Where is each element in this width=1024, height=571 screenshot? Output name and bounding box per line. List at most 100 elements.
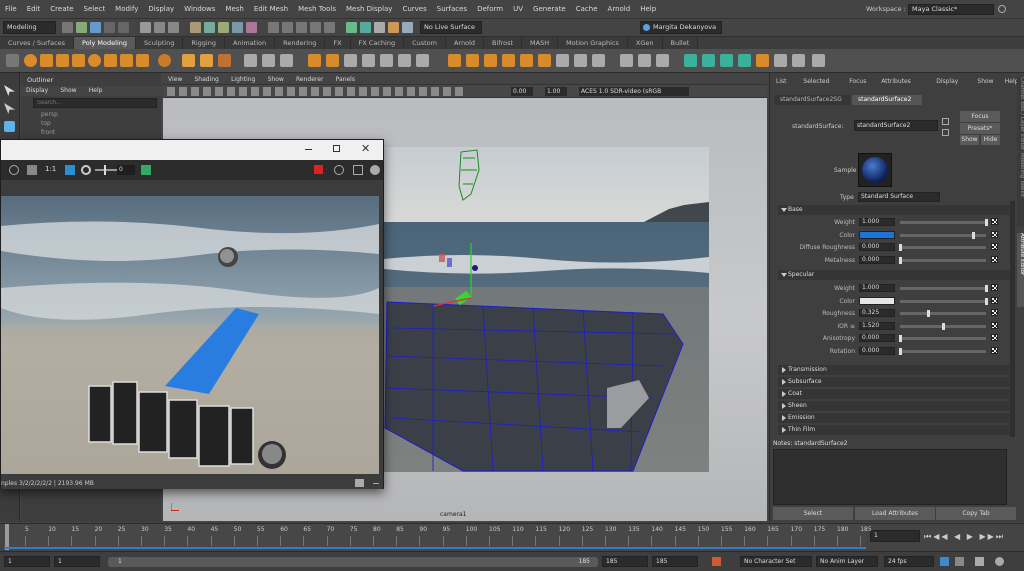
shelf-tab-mash[interactable]: MASH <box>522 37 559 49</box>
shelf-tab-arnold[interactable]: Arnold <box>445 37 485 49</box>
spec_rows-weight-field[interactable]: 1.000 <box>859 284 895 292</box>
mirror-icon[interactable] <box>326 54 339 67</box>
spec_rows-ior-knob[interactable] <box>942 322 945 330</box>
new-scene-icon[interactable] <box>62 22 73 33</box>
spec_rows-anisotropy-knob[interactable] <box>899 335 902 342</box>
menu-mesh-tools[interactable]: Mesh Tools <box>293 0 341 19</box>
undo-icon[interactable] <box>104 22 115 33</box>
menu-mesh[interactable]: Mesh <box>220 0 248 19</box>
separate-icon[interactable] <box>262 54 275 67</box>
ae-load-attributes-button[interactable]: Load Attributes <box>855 507 935 520</box>
ae-section-emission-chevron-icon[interactable] <box>782 415 786 421</box>
ae-section-sheen[interactable]: Sheen <box>778 401 1012 411</box>
select-by-joint-icon[interactable] <box>204 22 215 33</box>
ae-section-subsurface[interactable]: Subsurface <box>778 377 1012 387</box>
ae-menu-attributes[interactable]: Attributes <box>881 78 911 85</box>
spec_rows-anisotropy-field[interactable]: 0.000 <box>859 334 895 342</box>
gamma-field[interactable]: 1.00 <box>545 87 567 96</box>
menu-mesh-display[interactable]: Mesh Display <box>341 0 397 19</box>
snap-live-icon[interactable] <box>324 22 335 33</box>
spec_rows-color-knob[interactable] <box>985 297 988 305</box>
lasso-tool-icon[interactable] <box>4 103 15 114</box>
ae-section-subsurface-chevron-icon[interactable] <box>782 379 786 385</box>
ae-section-transmission-chevron-icon[interactable] <box>782 367 786 373</box>
spec_rows-ior-field[interactable]: 1.520 <box>859 321 895 330</box>
side-tab-modeling-toolkit[interactable]: Modeling Toolkit <box>1017 153 1024 227</box>
ae-output-icon[interactable] <box>942 129 949 136</box>
spec_rows-rotation-map-icon[interactable] <box>991 346 998 354</box>
spec_rows-roughness-knob[interactable] <box>926 310 930 317</box>
multi-cut-icon[interactable] <box>416 54 429 67</box>
menu-uv[interactable]: UV <box>508 0 528 19</box>
spec_rows-weight-slider[interactable] <box>900 287 986 290</box>
ae-section-coat-chevron-icon[interactable] <box>782 391 786 397</box>
spec_rows-anisotropy-slider[interactable] <box>900 337 986 340</box>
spec_rows-rotation-knob[interactable] <box>899 347 902 355</box>
arnold-render-icon[interactable] <box>684 54 697 67</box>
viewport-menu-shading[interactable]: Shading <box>189 75 223 85</box>
base_rows-color-map-icon[interactable] <box>991 230 998 238</box>
ae-type-dropdown[interactable]: Standard Surface <box>858 192 940 202</box>
base_rows-diffuse-roughness-field[interactable]: 0.000 <box>859 243 895 251</box>
anim-layer-dropdown[interactable]: No Anim Layer <box>816 556 878 567</box>
exposure-field[interactable]: 0.00 <box>511 87 533 96</box>
poly-type-icon[interactable] <box>200 54 213 67</box>
select-by-surface-icon[interactable] <box>232 22 243 33</box>
menu-curves[interactable]: Curves <box>397 0 431 19</box>
fps-dropdown[interactable]: 24 fps <box>884 556 934 567</box>
shelf-tab-poly-modeling[interactable]: Poly Modeling <box>74 37 136 49</box>
render-icon[interactable] <box>9 165 19 175</box>
render-view-window[interactable]: ✕ 1:1 0 nples 3/2/2/2/2/2 | 2193.96 MB <box>0 139 384 489</box>
planar-map-icon[interactable] <box>520 54 533 67</box>
paint-select-tool-icon[interactable] <box>4 121 15 132</box>
poly-cube-icon[interactable] <box>40 54 53 67</box>
live-surface-field[interactable]: No Live Surface <box>420 21 482 34</box>
automatic-map-icon[interactable] <box>538 54 551 67</box>
outliner-item-top[interactable]: top <box>21 119 161 128</box>
base_rows-diffuse-roughness-map-icon[interactable] <box>991 243 998 250</box>
menu-modify[interactable]: Modify <box>110 0 143 19</box>
base_rows-color-swatch[interactable] <box>859 230 895 239</box>
save-scene-icon[interactable] <box>90 22 101 33</box>
minimize-icon[interactable] <box>305 149 312 150</box>
spec_rows-weight-knob[interactable] <box>985 285 988 292</box>
ae-menu-list[interactable]: List <box>776 78 787 85</box>
shelf-tab-motion-graphics[interactable]: Motion Graphics <box>558 37 628 49</box>
menu-cache[interactable]: Cache <box>571 0 603 19</box>
range-bar[interactable]: 1 185 <box>108 557 598 567</box>
poly-torus-icon[interactable] <box>88 54 101 67</box>
ae-section-base-chevron-icon[interactable] <box>781 208 787 212</box>
base_rows-weight-field[interactable]: 1.000 <box>859 218 895 226</box>
menu-display[interactable]: Display <box>143 0 179 19</box>
spec_rows-color-slider[interactable] <box>900 299 986 303</box>
shelf-tab-fx[interactable]: FX <box>325 37 351 49</box>
outliner-menu-show[interactable]: Show <box>55 86 81 96</box>
preferences-icon[interactable] <box>975 557 984 566</box>
center-pivot-icon[interactable] <box>448 54 461 67</box>
close-icon[interactable]: ✕ <box>361 143 370 154</box>
base_rows-color-knob[interactable] <box>972 231 976 239</box>
select-by-handle-icon[interactable] <box>190 22 201 33</box>
settings-gear-icon[interactable] <box>370 165 380 175</box>
ae-section-thin-film-chevron-icon[interactable] <box>782 427 786 433</box>
side-tab-attribute-editor[interactable]: Attribute Editor <box>1017 233 1024 307</box>
base_rows-metalness-map-icon[interactable] <box>991 255 998 263</box>
xgen-icon[interactable] <box>792 54 805 67</box>
uv-editor-icon[interactable] <box>502 54 515 67</box>
collapse-icon[interactable] <box>373 483 379 484</box>
fill-hole-icon[interactable] <box>398 54 411 67</box>
workspace-lock-icon[interactable] <box>998 5 1006 13</box>
ae-section-thin-film[interactable]: Thin Film <box>778 425 1012 435</box>
spec_rows-color-map-icon[interactable] <box>991 296 998 304</box>
ae-focus-button[interactable]: Focus <box>960 111 1000 122</box>
svg-icon[interactable] <box>218 54 231 67</box>
spec_rows-roughness-slider[interactable] <box>900 312 986 315</box>
tools-icon[interactable] <box>812 54 825 67</box>
outliner-item-front[interactable]: front <box>21 128 161 137</box>
ae-section-emission[interactable]: Emission <box>778 413 1012 423</box>
spec_rows-anisotropy-map-icon[interactable] <box>991 334 998 341</box>
shelf-tab-fx-caching[interactable]: FX Caching <box>350 37 405 49</box>
bridge-icon[interactable] <box>362 54 375 67</box>
ae-node-name-field[interactable]: standardSurface2 <box>854 120 938 131</box>
ae-presets-button[interactable]: Presets* <box>960 123 1000 134</box>
